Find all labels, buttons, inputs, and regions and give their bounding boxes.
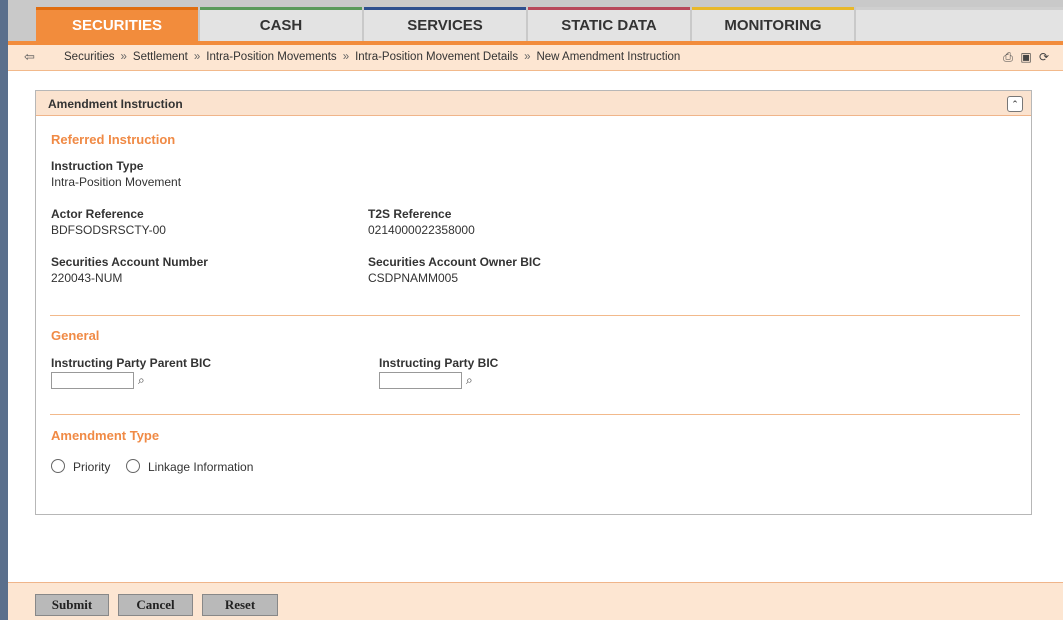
breadcrumb-securities[interactable]: Securities — [64, 51, 115, 63]
instruction-type-label: Instruction Type — [51, 159, 144, 173]
breadcrumb-separator: » — [120, 51, 127, 63]
priority-radio[interactable] — [51, 459, 65, 473]
back-arrow-icon[interactable]: ⇦ — [24, 49, 35, 65]
breadcrumb-intra-position-movements[interactable]: Intra-Position Movements — [206, 51, 336, 63]
linkage-information-radio-label[interactable]: Linkage Information — [148, 460, 253, 474]
breadcrumb-current: New Amendment Instruction — [536, 51, 681, 63]
owner-bic-label: Securities Account Owner BIC — [368, 255, 541, 269]
top-navigation: SECURITIES CASH SERVICES STATIC DATA MON… — [8, 0, 1063, 45]
breadcrumb-separator: » — [193, 51, 201, 63]
parent-bic-input[interactable] — [51, 372, 134, 389]
tab-monitoring[interactable]: MONITORING — [692, 7, 854, 41]
section-divider — [50, 315, 1020, 316]
refresh-icon[interactable]: ⟳ — [1037, 50, 1051, 64]
priority-radio-label[interactable]: Priority — [73, 460, 110, 474]
panel-title: Amendment Instruction — [48, 97, 183, 111]
section-title-referred: Referred Instruction — [51, 132, 176, 147]
parent-bic-label: Instructing Party Parent BIC — [51, 356, 212, 370]
left-border — [0, 0, 8, 620]
breadcrumb: Securities » Settlement » Intra-Position Mov… — [64, 51, 680, 63]
securities-account-label: Securities Account Number — [51, 255, 208, 269]
party-bic-input[interactable] — [379, 372, 462, 389]
breadcrumb-intra-position-movement-details[interactable]: Intra-Position Movement Details — [355, 51, 518, 63]
actor-reference-value: BDFSODSRSCTY-00 — [51, 223, 166, 237]
breadcrumb-separator: » — [342, 51, 350, 63]
toolbar: ⎙ ▣ ⟳ — [1001, 50, 1051, 64]
section-title-amendment-type: Amendment Type — [51, 428, 160, 443]
owner-bic-value: CSDPNAMM005 — [368, 271, 459, 285]
party-bic-label: Instructing Party BIC — [379, 356, 499, 370]
search-icon[interactable]: ⌕ — [138, 373, 145, 388]
breadcrumb-settlement[interactable]: Settlement — [133, 51, 188, 63]
save-icon[interactable]: ▣ — [1019, 50, 1033, 64]
breadcrumb-separator: » — [524, 51, 531, 63]
tab-cash[interactable]: CASH — [200, 7, 362, 41]
nav-tabs: SECURITIES CASH SERVICES STATIC DATA MON… — [36, 7, 856, 41]
panel-header: Amendment Instruction ⌃ — [36, 91, 1031, 116]
actor-reference-label: Actor Reference — [51, 207, 144, 221]
collapse-icon[interactable]: ⌃ — [1007, 96, 1023, 112]
section-title-general: General — [51, 328, 100, 343]
reset-button[interactable]: Reset — [202, 594, 278, 616]
application-frame: SECURITIES CASH SERVICES STATIC DATA MON… — [0, 0, 1063, 620]
instruction-type-value: Intra-Position Movement — [51, 175, 182, 189]
nav-filler — [856, 7, 1063, 41]
action-bar: Submit Cancel Reset — [8, 582, 1063, 620]
search-icon[interactable]: ⌕ — [466, 373, 473, 388]
securities-account-value: 220043-NUM — [51, 271, 123, 285]
t2s-reference-value: 0214000022358000 — [368, 223, 475, 237]
t2s-reference-label: T2S Reference — [368, 207, 452, 221]
print-icon[interactable]: ⎙ — [1001, 50, 1015, 64]
breadcrumb-bar: ⇦ Securities » Settlement » Intra-Position M… — [8, 45, 1063, 71]
tab-static-data[interactable]: STATIC DATA — [528, 7, 690, 41]
linkage-information-radio[interactable] — [126, 459, 140, 473]
tab-services[interactable]: SERVICES — [364, 7, 526, 41]
submit-button[interactable]: Submit — [35, 594, 109, 616]
amendment-instruction-panel: Amendment Instruction ⌃ Referred Instruc… — [35, 90, 1032, 515]
tab-securities[interactable]: SECURITIES — [36, 7, 198, 41]
cancel-button[interactable]: Cancel — [118, 594, 193, 616]
section-divider — [50, 414, 1020, 415]
